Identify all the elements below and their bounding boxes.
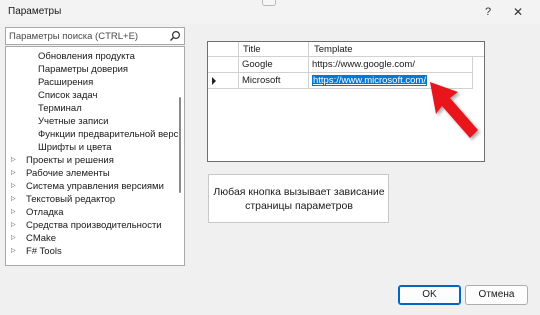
- expand-chevron-icon[interactable]: ▷: [11, 245, 16, 258]
- tree-item-label: Терминал: [38, 103, 82, 114]
- tree-item[interactable]: Терминал: [6, 102, 174, 115]
- tree-item-label: Текстовый редактор: [26, 194, 116, 205]
- tree-item[interactable]: ▷ Проекты и решения: [6, 154, 174, 167]
- cell-template[interactable]: https://www.google.com/: [309, 57, 473, 73]
- cancel-button[interactable]: Отмена: [465, 285, 528, 305]
- drag-handle[interactable]: [262, 0, 276, 6]
- tree-item[interactable]: Функции предварительной верс: [6, 128, 178, 141]
- info-line-1: Любая кнопка вызывает зависание: [213, 186, 385, 198]
- selected-url-text[interactable]: https://www.microsoft.com/: [312, 75, 427, 86]
- column-header-title[interactable]: Title: [239, 42, 309, 57]
- tree-item-label: Функции предварительной верс: [38, 129, 179, 140]
- tree-item[interactable]: ▷ Отладка: [6, 206, 174, 219]
- tree-item[interactable]: ▷ Система управления версиями: [6, 180, 174, 193]
- cell-title[interactable]: Microsoft: [239, 73, 309, 89]
- expand-chevron-icon[interactable]: ▷: [11, 180, 16, 193]
- expand-chevron-icon[interactable]: ▷: [11, 193, 16, 206]
- tree-item[interactable]: ▷ CMake: [6, 232, 174, 245]
- tree-item-label: Система управления версиями: [26, 181, 164, 192]
- cell-title[interactable]: Google: [239, 57, 309, 73]
- tree-scrollbar[interactable]: [176, 47, 184, 265]
- row-header[interactable]: [208, 57, 239, 73]
- tree-item-label: Параметры доверия: [38, 64, 129, 75]
- info-text: Любая кнопка вызывает зависание страницы…: [213, 185, 385, 213]
- options-tree[interactable]: Обновления продукта Параметры доверия Расш…: [5, 46, 185, 266]
- tree-item-label: Шрифты и цвета: [38, 142, 112, 153]
- window-title: Параметры: [8, 6, 62, 17]
- tree-item[interactable]: Расширения: [6, 76, 174, 89]
- ok-button[interactable]: OK: [398, 285, 461, 305]
- tree-item[interactable]: ▷ Рабочие элементы: [6, 167, 174, 180]
- options-search-box[interactable]: [5, 27, 185, 45]
- tree-item[interactable]: Учетные записи: [6, 115, 174, 128]
- column-header-template[interactable]: Template: [309, 42, 484, 57]
- expand-chevron-icon[interactable]: ▷: [11, 154, 16, 167]
- tree-item[interactable]: ▷ Средства производительности: [6, 219, 174, 232]
- title-bar: Параметры ? ✕: [0, 0, 540, 24]
- tree-item-label: Обновления продукта: [38, 51, 135, 62]
- tree-item-label: Средства производительности: [26, 220, 162, 231]
- tree-item-label: Проекты и решения: [26, 155, 114, 166]
- table-row[interactable]: Google https://www.google.com/: [208, 57, 484, 73]
- tree-item-label: CMake: [26, 233, 57, 244]
- info-note: Любая кнопка вызывает зависание страницы…: [208, 174, 389, 223]
- tree-item[interactable]: Шрифты и цвета: [6, 141, 174, 154]
- tree-item[interactable]: Список задач: [6, 89, 174, 102]
- red-arrow-icon: [430, 82, 478, 138]
- grid-header: Title Template: [208, 42, 484, 57]
- search-input[interactable]: [9, 29, 164, 43]
- scrollbar-thumb[interactable]: [179, 97, 181, 193]
- tree-item[interactable]: ▷ Текстовый редактор: [6, 193, 174, 206]
- options-dialog: Параметры ? ✕ Обновления продукта Парамет…: [0, 0, 540, 315]
- tree-item[interactable]: Обновления продукта: [6, 50, 174, 63]
- search-icon[interactable]: [169, 30, 181, 42]
- current-row-indicator-icon: [212, 77, 216, 85]
- tree-item-label: F# Tools: [26, 246, 62, 257]
- expand-chevron-icon[interactable]: ▷: [11, 206, 16, 219]
- info-line-2: страницы параметров: [245, 200, 353, 212]
- help-button[interactable]: ?: [478, 3, 498, 21]
- close-button[interactable]: ✕: [506, 3, 530, 21]
- grid-corner-cell[interactable]: [208, 42, 239, 57]
- expand-chevron-icon[interactable]: ▷: [11, 232, 16, 245]
- tree-item[interactable]: ▷ F# Tools: [6, 245, 174, 258]
- tree-item-label: Список задач: [38, 90, 98, 101]
- tree-item-label: Учетные записи: [38, 116, 109, 127]
- expand-chevron-icon[interactable]: ▷: [11, 219, 16, 232]
- expand-chevron-icon[interactable]: ▷: [11, 167, 16, 180]
- tree-item-label: Отладка: [26, 207, 64, 218]
- tree-item-label: Рабочие элементы: [26, 168, 110, 179]
- tree-item[interactable]: Параметры доверия: [6, 63, 174, 76]
- tree-item-label: Расширения: [38, 77, 94, 88]
- row-header[interactable]: [208, 73, 239, 89]
